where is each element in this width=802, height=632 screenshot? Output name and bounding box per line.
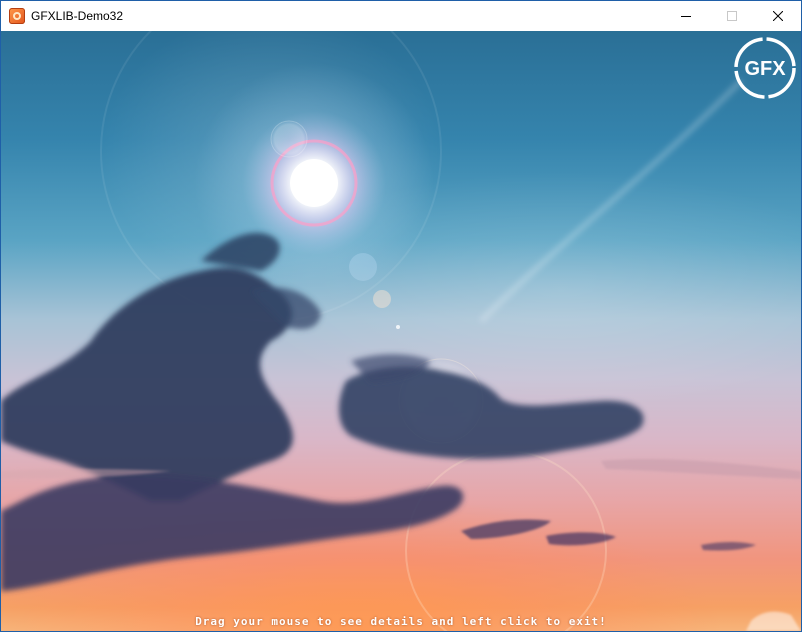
window-title: GFXLIB-Demo32: [31, 9, 124, 23]
instruction-text: Drag your mouse to see details and left …: [195, 615, 607, 628]
minimize-icon: [681, 16, 691, 17]
close-icon: [773, 11, 783, 21]
minimize-button[interactable]: [663, 1, 709, 31]
app-icon[interactable]: [9, 8, 25, 24]
flare-ghost: [349, 253, 377, 281]
maximize-button[interactable]: [709, 1, 755, 31]
gfx-logo: GFX: [734, 37, 796, 99]
close-button[interactable]: [755, 1, 801, 31]
window-controls: [663, 1, 801, 31]
flare-dot: [396, 325, 400, 329]
flare-ghost: [270, 120, 308, 158]
sky-scene: [1, 31, 801, 631]
app-window: GFXLIB-Demo32 GFX Drag your mouse to see…: [0, 0, 802, 632]
flare-ghost: [373, 290, 391, 308]
maximize-icon: [727, 11, 737, 21]
title-bar[interactable]: GFXLIB-Demo32: [1, 1, 801, 31]
gfx-logo-text: GFX: [744, 58, 786, 80]
demo-canvas[interactable]: GFX Drag your mouse to see details and l…: [1, 31, 801, 631]
